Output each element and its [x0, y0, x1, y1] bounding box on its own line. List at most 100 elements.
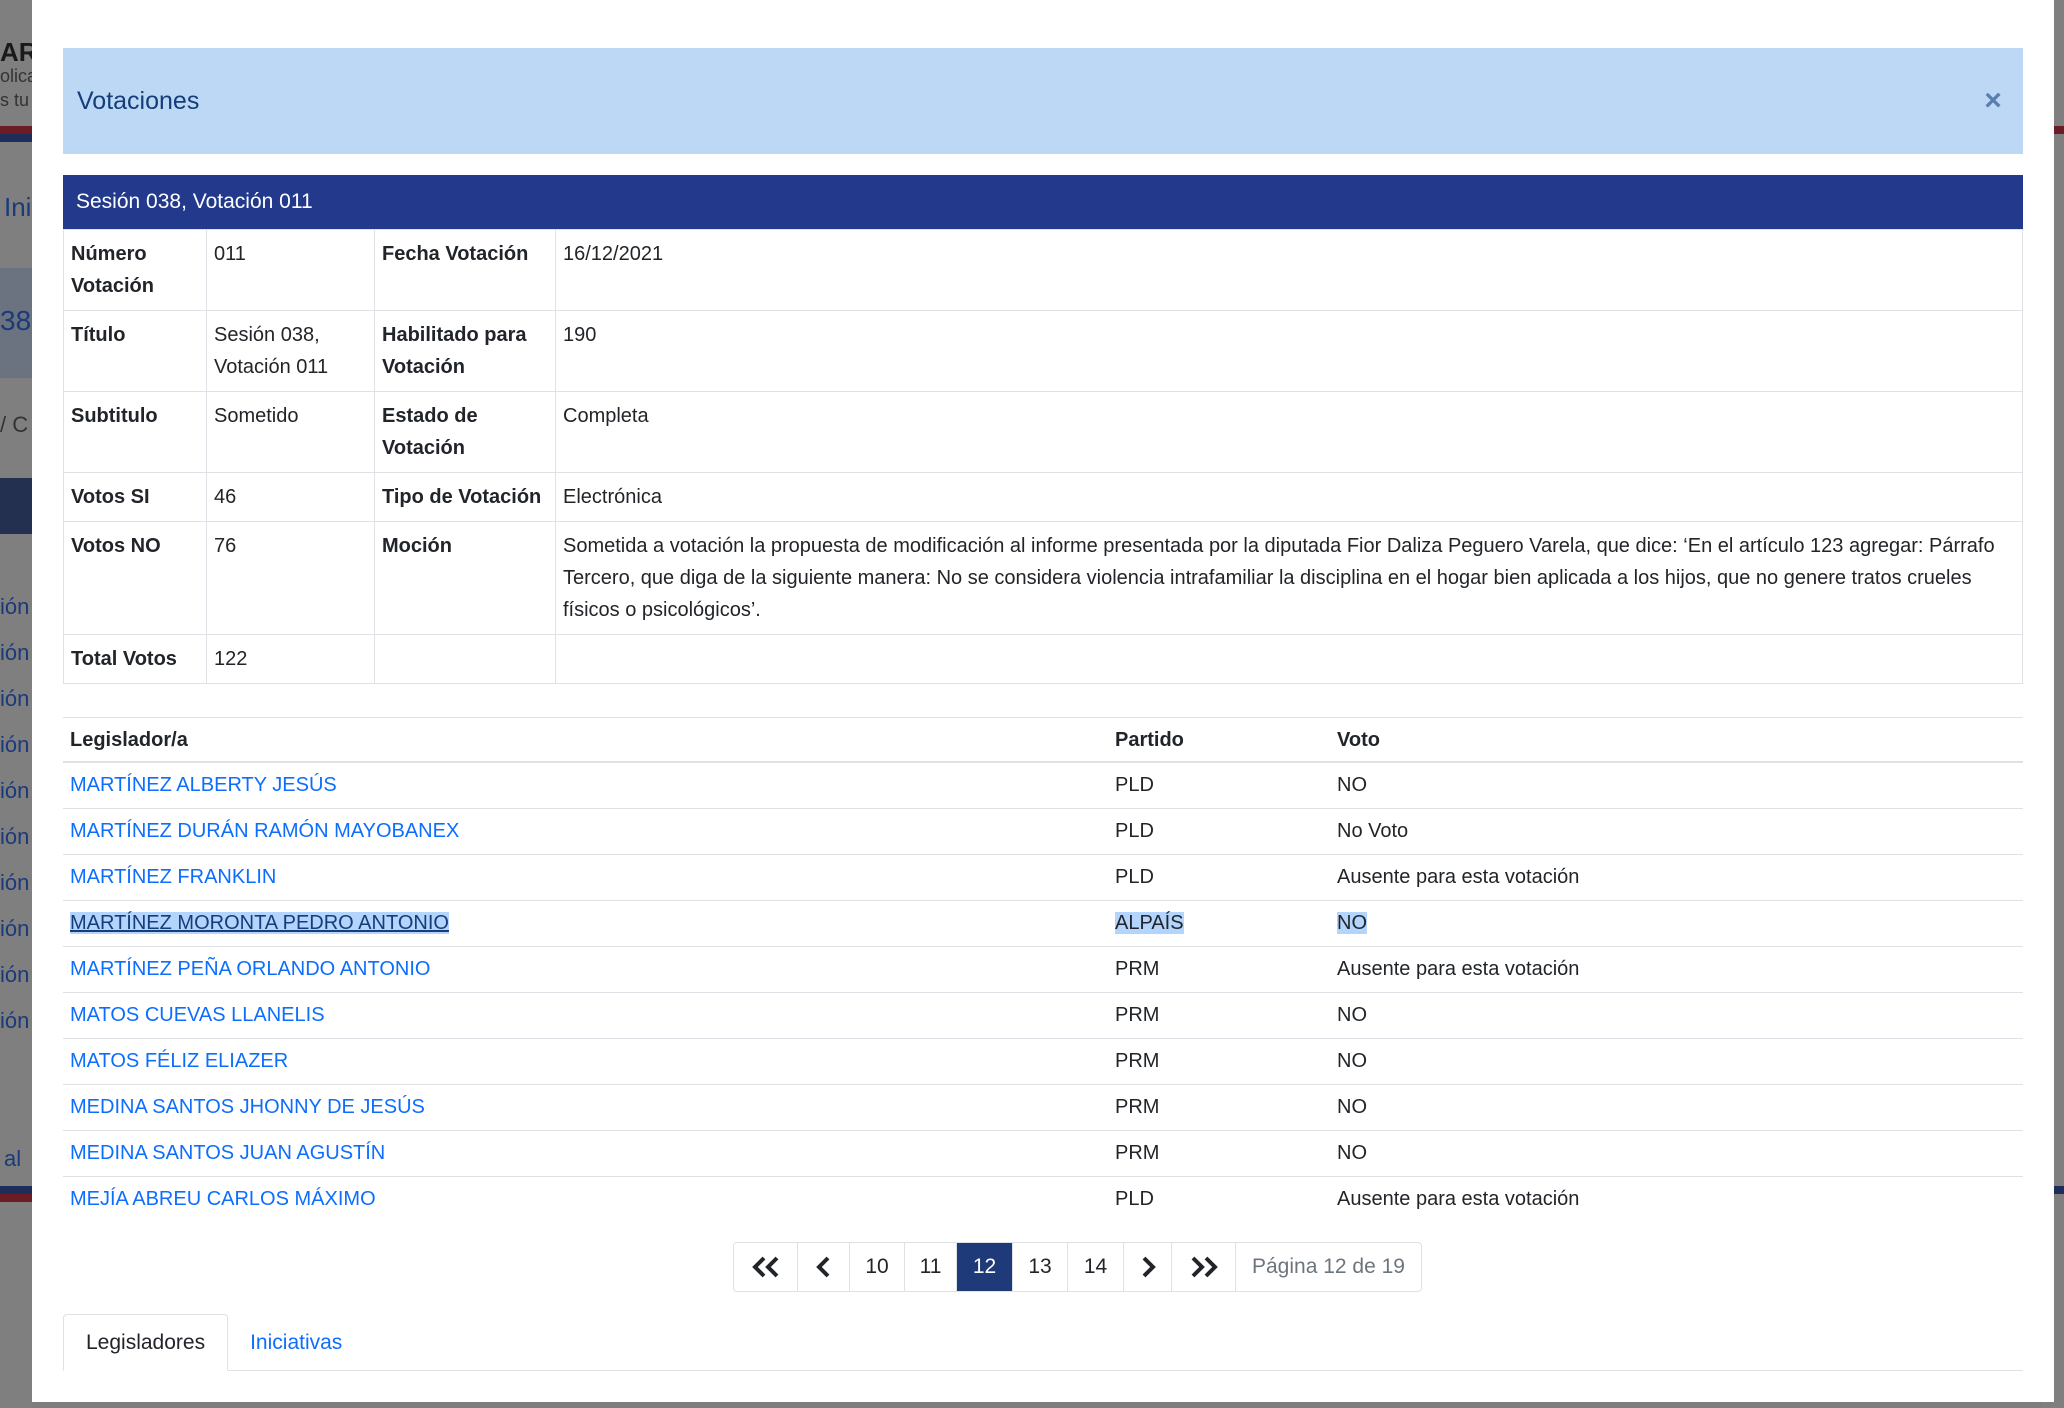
votes-table: Legislador/a Partido Voto MARTÍNEZ ALBER…	[63, 717, 2023, 1222]
vote-cell: Ausente para esta votación	[1337, 1187, 1580, 1210]
party-cell: PLD	[1108, 854, 1330, 901]
motion-text: Sometida a votación la propuesta de modi…	[555, 521, 2023, 635]
column-header-vote: Voto	[1330, 717, 2023, 763]
info-value: Sesión 038, Votación 011	[206, 310, 375, 392]
first-page-button[interactable]	[734, 1243, 798, 1291]
page-14-button[interactable]: 14	[1068, 1243, 1124, 1291]
legislator-link[interactable]: MATOS CUEVAS LLANELIS	[70, 1004, 325, 1026]
tab-legisladores[interactable]: Legisladores	[63, 1314, 229, 1371]
info-label: Total Votos	[63, 634, 207, 684]
info-row: Número Votación 011 Fecha Votación 16/12…	[63, 229, 2023, 311]
legislator-link[interactable]: MEDINA SANTOS JUAN AGUSTÍN	[70, 1142, 385, 1164]
column-header-legislator: Legislador/a	[63, 717, 1108, 763]
party-cell: PRM	[1108, 1038, 1330, 1085]
page-11-button[interactable]: 11	[905, 1243, 957, 1291]
column-header-party: Partido	[1108, 717, 1330, 763]
party-cell: ALPAÍS	[1115, 911, 1184, 934]
legislator-link[interactable]: MARTÍNEZ DURÁN RAMÓN MAYOBANEX	[70, 820, 459, 842]
vote-cell: NO	[1330, 1084, 2023, 1131]
info-label: Título	[63, 310, 207, 392]
double-chevron-right-icon	[1191, 1256, 1218, 1278]
info-label: Moción	[374, 521, 556, 635]
info-value: 122	[206, 634, 375, 684]
modal-title: Votaciones	[77, 86, 200, 115]
vote-cell: NO	[1330, 1038, 2023, 1085]
page-12-button[interactable]: 12	[957, 1243, 1013, 1291]
info-value: Completa	[555, 391, 2023, 473]
table-row: MARTÍNEZ FRANKLIN PLD Ausente para esta …	[63, 854, 2023, 901]
chevron-right-icon	[1142, 1256, 1156, 1278]
last-page-button[interactable]	[1172, 1243, 1236, 1291]
info-row: Título Sesión 038, Votación 011 Habilita…	[63, 310, 2023, 392]
info-label: Votos NO	[63, 521, 207, 635]
table-row: MARTÍNEZ DURÁN RAMÓN MAYOBANEX PLD No Vo…	[63, 808, 2023, 855]
background-dark-band	[0, 478, 32, 534]
party-cell: PLD	[1108, 762, 1330, 809]
modal-header: Votaciones ×	[63, 48, 2023, 154]
info-value: Sometido	[206, 391, 375, 473]
info-value	[555, 634, 2023, 684]
info-label: Subtitulo	[63, 391, 207, 473]
session-header: Sesión 038, Votación 011	[63, 175, 2023, 229]
party-cell: PLD	[1115, 1187, 1154, 1210]
party-cell: PRM	[1108, 992, 1330, 1039]
pagination: 10 11 12 13 14 Página 12 de 19	[733, 1242, 1422, 1292]
table-row: MEJÍA ABREU CARLOS MÁXIMO PLD Ausente pa…	[63, 1176, 2023, 1222]
double-chevron-left-icon	[751, 1256, 778, 1278]
background-footer-text: al	[4, 1146, 22, 1171]
info-row: Subtitulo Sometido Estado de Votación Co…	[63, 391, 2023, 473]
legislator-link[interactable]: MEJÍA ABREU CARLOS MÁXIMO	[70, 1188, 376, 1210]
page-info: Página 12 de 19	[1252, 1255, 1405, 1278]
legislator-link[interactable]: MEDINA SANTOS JHONNY DE JESÚS	[70, 1096, 425, 1118]
info-value: 76	[206, 521, 375, 635]
legislator-link[interactable]: MARTÍNEZ MORONTA PEDRO ANTONIO	[70, 911, 449, 934]
bottom-tabs: Legisladores Iniciativas	[63, 1314, 2023, 1371]
vote-cell: NO	[1337, 911, 1367, 934]
info-label: Fecha Votación	[374, 229, 556, 311]
background-left-edge: AR olica s tu Ini 38 / C ión ión ión ión…	[0, 0, 32, 1408]
previous-page-button[interactable]	[798, 1243, 850, 1291]
vote-cell: NO	[1330, 1130, 2023, 1177]
party-cell: PRM	[1108, 1084, 1330, 1131]
background-number: 38	[0, 305, 32, 336]
info-value: 16/12/2021	[555, 229, 2023, 311]
info-value: 46	[206, 472, 375, 522]
page-10-button[interactable]: 10	[850, 1243, 905, 1291]
legislator-link[interactable]: MARTÍNEZ FRANKLIN	[70, 866, 276, 888]
page-13-button[interactable]: 13	[1013, 1243, 1068, 1291]
flag-stripe-red	[0, 126, 32, 134]
vote-cell: NO	[1330, 992, 2023, 1039]
close-icon[interactable]: ×	[1977, 84, 2009, 118]
table-row: MATOS CUEVAS LLANELIS PRM NO	[63, 992, 2023, 1039]
table-row: MARTÍNEZ ALBERTY JESÚS PLD NO	[63, 762, 2023, 809]
background-side-links: ión ión ión ión ión ión ión ión ión ión	[0, 594, 30, 1033]
party-cell: PRM	[1108, 1130, 1330, 1177]
background-breadcrumb: / C	[0, 412, 29, 437]
info-label: Votos SI	[63, 472, 207, 522]
votaciones-modal: Votaciones × Sesión 038, Votación 011 Nú…	[32, 0, 2054, 1402]
info-row: Votos SI 46 Tipo de Votación Electrónica	[63, 472, 2023, 522]
legislator-link[interactable]: MARTÍNEZ PEÑA ORLANDO ANTONIO	[70, 958, 430, 980]
info-row: Total Votos 122	[63, 634, 2023, 684]
vote-cell: Ausente para esta votación	[1330, 946, 2023, 993]
info-value: 190	[555, 310, 2023, 392]
background-nav-text: Ini	[4, 192, 32, 222]
table-row: MEDINA SANTOS JUAN AGUSTÍN PRM NO	[63, 1130, 2023, 1177]
legislator-link[interactable]: MATOS FÉLIZ ELIAZER	[70, 1050, 288, 1072]
party-cell: PLD	[1108, 808, 1330, 855]
legislator-link[interactable]: MARTÍNEZ ALBERTY JESÚS	[70, 774, 337, 796]
next-page-button[interactable]	[1124, 1243, 1172, 1291]
table-row: MARTÍNEZ PEÑA ORLANDO ANTONIO PRM Ausent…	[63, 946, 2023, 993]
info-value: 011	[206, 229, 375, 311]
info-label	[374, 634, 556, 684]
info-label: Estado de Votación	[374, 391, 556, 473]
session-info-table: Número Votación 011 Fecha Votación 16/12…	[63, 229, 2023, 684]
tab-iniciativas[interactable]: Iniciativas	[228, 1314, 364, 1371]
votes-header-row: Legislador/a Partido Voto	[63, 717, 2023, 763]
vote-cell: No Voto	[1330, 808, 2023, 855]
flag-stripe-blue-2	[0, 1186, 32, 1194]
vote-cell: Ausente para esta votación	[1330, 854, 2023, 901]
table-row: MEDINA SANTOS JHONNY DE JESÚS PRM NO	[63, 1084, 2023, 1131]
vote-cell: NO	[1330, 762, 2023, 809]
info-value: Electrónica	[555, 472, 2023, 522]
